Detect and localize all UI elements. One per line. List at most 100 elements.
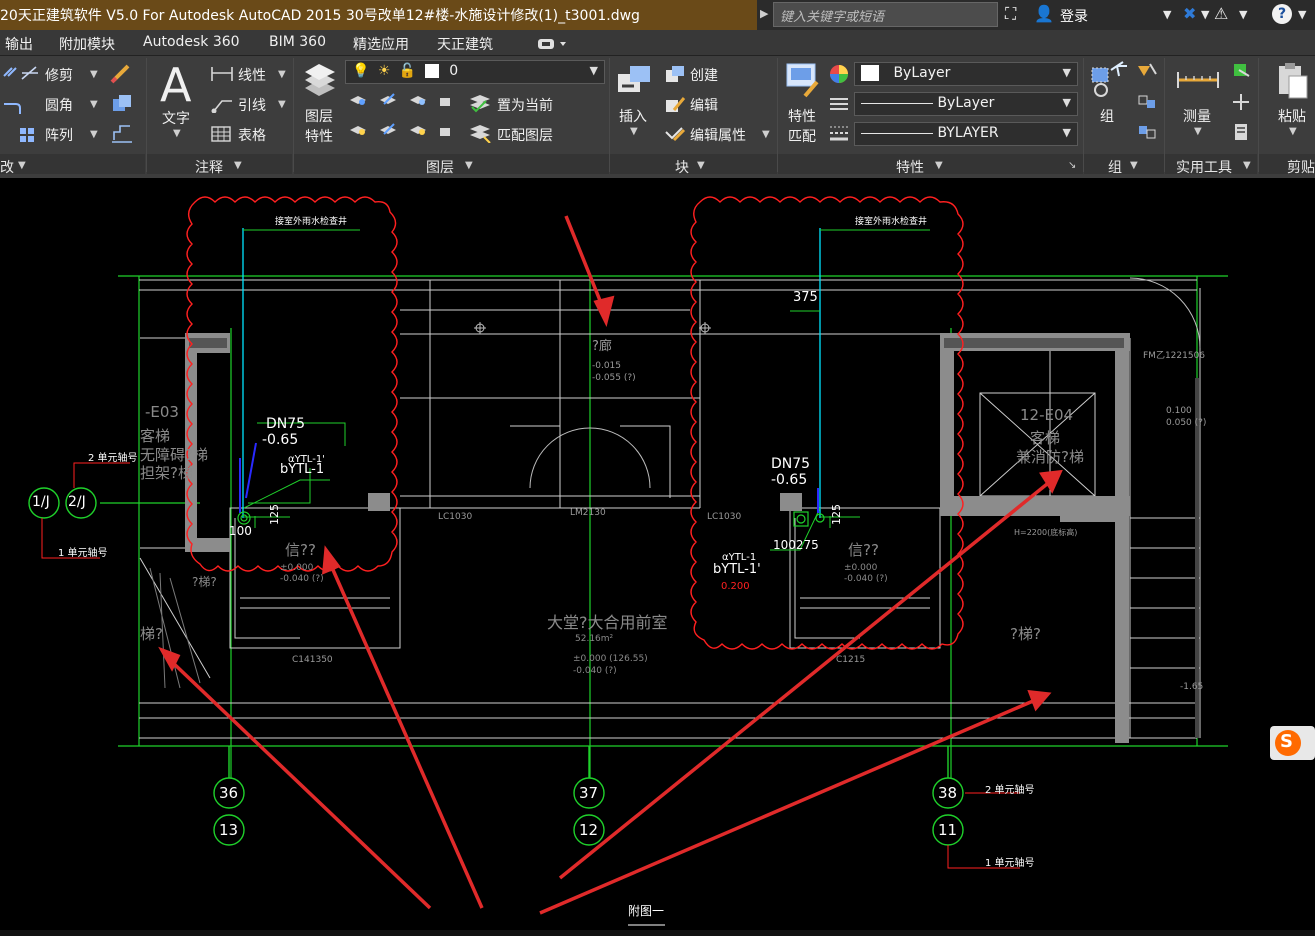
help-dropdown-icon[interactable]: ▼ bbox=[1298, 8, 1306, 21]
lineweight-icon[interactable] bbox=[828, 124, 850, 142]
trim-icon[interactable] bbox=[20, 65, 40, 83]
a360-dropdown-icon[interactable]: ▼ bbox=[1239, 8, 1247, 21]
help-button[interactable]: ? bbox=[1272, 4, 1292, 24]
text-a-icon[interactable]: A bbox=[160, 58, 191, 112]
a360-icon[interactable]: ⚠ bbox=[1214, 4, 1228, 23]
binoculars-icon[interactable]: ⛶ bbox=[1005, 4, 1016, 24]
linetype-icon[interactable] bbox=[828, 95, 850, 113]
create-block-icon[interactable] bbox=[664, 64, 686, 84]
color-select[interactable]: ByLayer ▼ bbox=[854, 62, 1078, 86]
color-wheel-icon[interactable] bbox=[828, 63, 850, 85]
login-link[interactable]: 登录 bbox=[1060, 6, 1088, 26]
block-panel-expand-icon[interactable]: ▼ bbox=[697, 160, 705, 171]
fillet-dropdown-icon[interactable]: ▼ bbox=[90, 99, 98, 110]
array-dropdown-icon[interactable]: ▼ bbox=[90, 129, 98, 140]
insert-button[interactable]: 插入 bbox=[619, 106, 647, 126]
group-panel-title[interactable]: 组 bbox=[1108, 157, 1122, 177]
annotation-panel-expand-icon[interactable]: ▼ bbox=[234, 160, 242, 171]
sogou-ime-icon[interactable]: S bbox=[1280, 731, 1293, 752]
erase-icon[interactable] bbox=[110, 62, 134, 84]
edit-attribute-icon[interactable] bbox=[664, 124, 686, 144]
paste-button[interactable]: 粘贴 bbox=[1278, 106, 1306, 126]
group-button[interactable]: 组 bbox=[1100, 106, 1114, 126]
login-dropdown-icon[interactable]: ▼ bbox=[1163, 8, 1171, 21]
block-panel-title[interactable]: 块 bbox=[675, 157, 689, 177]
layer-tools-icon[interactable] bbox=[348, 92, 478, 152]
group-panel-expand-icon[interactable]: ▼ bbox=[1130, 160, 1138, 171]
linear-dropdown-icon[interactable]: ▼ bbox=[278, 69, 286, 80]
modify-panel-title[interactable]: 改 bbox=[0, 157, 14, 177]
paste-icon[interactable] bbox=[1275, 62, 1309, 100]
search-input[interactable]: 键入关键字或短语 bbox=[773, 2, 998, 27]
set-current-button[interactable]: 置为当前 bbox=[497, 95, 553, 115]
edit-block-button[interactable]: 编辑 bbox=[690, 95, 718, 115]
match-properties-icon[interactable] bbox=[785, 62, 821, 100]
annotation-panel-title[interactable]: 注释 bbox=[195, 157, 223, 177]
text-button[interactable]: 文字 bbox=[162, 108, 190, 128]
measure-dropdown-icon[interactable]: ▼ bbox=[1194, 126, 1202, 137]
layers-panel-expand-icon[interactable]: ▼ bbox=[465, 160, 473, 171]
paste-dropdown-icon[interactable]: ▼ bbox=[1289, 126, 1297, 137]
ribbon-toggle-icon[interactable] bbox=[538, 38, 568, 50]
menu-bim360[interactable]: BIM 360 bbox=[269, 34, 326, 50]
trim-dropdown-icon[interactable]: ▼ bbox=[90, 69, 98, 80]
stair-left-label: 梯? bbox=[140, 625, 163, 643]
linear-dim-icon[interactable] bbox=[210, 65, 234, 83]
properties-panel-title[interactable]: 特性 bbox=[896, 157, 924, 177]
layer-properties-label-1[interactable]: 图层 bbox=[305, 106, 333, 126]
figure-caption: 附图一 bbox=[628, 904, 665, 918]
menu-output[interactable]: 输出 bbox=[5, 34, 33, 54]
modify-panel-expand-icon[interactable]: ▼ bbox=[18, 160, 26, 171]
window-lc1030-right: LC1030 bbox=[707, 512, 742, 522]
match-layer-icon[interactable] bbox=[468, 123, 492, 143]
menu-addins[interactable]: 附加模块 bbox=[59, 34, 115, 54]
leader-button[interactable]: 引线 bbox=[238, 95, 266, 115]
edit-attribute-button[interactable]: 编辑属性 bbox=[690, 125, 746, 145]
fillet-button[interactable]: 圆角 bbox=[45, 95, 73, 115]
clipboard-panel-title[interactable]: 剪贴 bbox=[1287, 157, 1315, 177]
trim-button[interactable]: 修剪 bbox=[45, 65, 73, 85]
menu-tangent[interactable]: 天正建筑 bbox=[437, 34, 493, 54]
text-dropdown-icon[interactable]: ▼ bbox=[173, 128, 181, 139]
match-properties-label-1[interactable]: 特性 bbox=[788, 106, 816, 126]
array-button[interactable]: 阵列 bbox=[45, 125, 73, 145]
exchange-dropdown-icon[interactable]: ▼ bbox=[1201, 8, 1209, 21]
layer-select[interactable]: 💡 ☀ 🔓 0 ▼ bbox=[345, 60, 605, 84]
table-icon[interactable] bbox=[210, 125, 234, 143]
search-expand-icon[interactable]: ▶ bbox=[760, 7, 768, 20]
menu-autodesk360[interactable]: Autodesk 360 bbox=[143, 34, 240, 50]
match-layer-button[interactable]: 匹配图层 bbox=[497, 125, 553, 145]
lineweight-select[interactable]: BYLAYER ▼ bbox=[854, 122, 1078, 146]
leader-icon[interactable] bbox=[210, 95, 234, 113]
menu-featured-apps[interactable]: 精选应用 bbox=[353, 34, 409, 54]
table-button[interactable]: 表格 bbox=[238, 125, 266, 145]
group-tools-icon[interactable] bbox=[1136, 62, 1158, 146]
utility-tools-icon[interactable] bbox=[1231, 62, 1253, 146]
linetype-select[interactable]: ByLayer ▼ bbox=[854, 92, 1078, 116]
utilities-panel-expand-icon[interactable]: ▼ bbox=[1243, 160, 1251, 171]
properties-dialog-launcher-icon[interactable]: ↘ bbox=[1068, 160, 1076, 171]
insert-block-icon[interactable] bbox=[616, 64, 654, 100]
drawing-canvas[interactable]: 接室外雨水检查井 接室外雨水检查井 375 ?廊 -0.015 -0.055 (… bbox=[0, 178, 1315, 936]
offset-icon[interactable] bbox=[110, 122, 134, 144]
match-properties-label-2[interactable]: 匹配 bbox=[788, 126, 816, 146]
edit-attribute-dropdown-icon[interactable]: ▼ bbox=[762, 129, 770, 140]
layers-panel-title[interactable]: 图层 bbox=[426, 157, 454, 177]
linear-button[interactable]: 线性 bbox=[238, 65, 266, 85]
edit-block-icon[interactable] bbox=[664, 94, 686, 114]
create-block-button[interactable]: 创建 bbox=[690, 65, 718, 85]
group-icon[interactable] bbox=[1089, 60, 1129, 100]
user-icon[interactable]: 👤 bbox=[1034, 4, 1054, 23]
layer-properties-icon[interactable] bbox=[303, 62, 337, 102]
explode-icon[interactable] bbox=[110, 93, 134, 115]
measure-icon[interactable] bbox=[1176, 68, 1220, 92]
leader-dropdown-icon[interactable]: ▼ bbox=[278, 99, 286, 110]
layer-properties-label-2[interactable]: 特性 bbox=[305, 126, 333, 146]
set-current-icon[interactable] bbox=[468, 93, 492, 113]
insert-dropdown-icon[interactable]: ▼ bbox=[630, 126, 638, 137]
properties-panel-expand-icon[interactable]: ▼ bbox=[935, 160, 943, 171]
dn75-left-elev: -0.65 bbox=[262, 432, 299, 448]
utilities-panel-title[interactable]: 实用工具 bbox=[1176, 157, 1232, 177]
exchange-apps-icon[interactable]: ✖ bbox=[1183, 4, 1196, 23]
measure-button[interactable]: 测量 bbox=[1183, 106, 1211, 126]
